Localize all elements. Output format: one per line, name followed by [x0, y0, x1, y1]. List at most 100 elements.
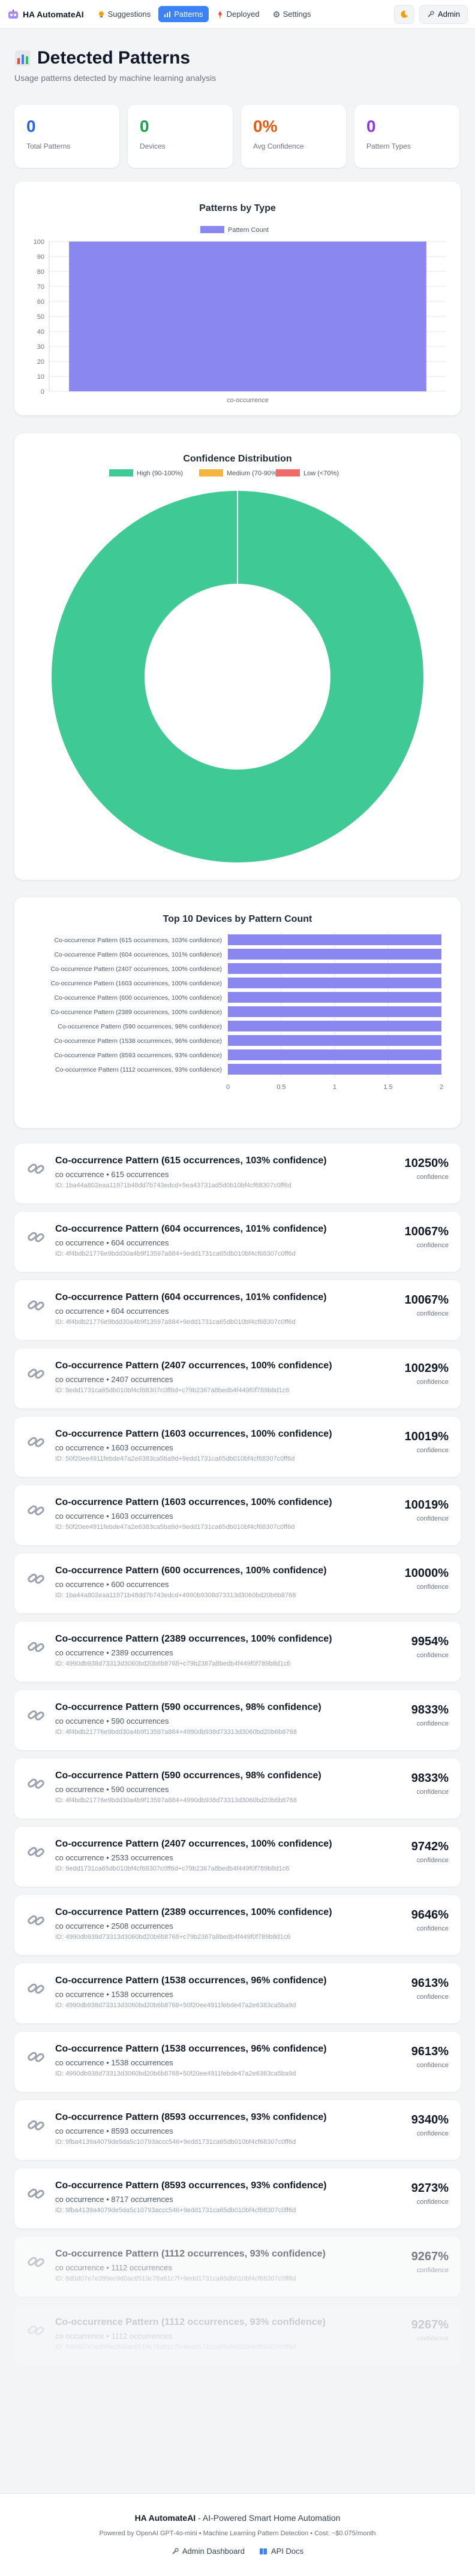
pattern-id: ID: 4f4bdb21776e9bdd30a4b9f13597a884+499… — [55, 1729, 297, 1736]
link-icon — [28, 1300, 44, 1311]
footer-brand: HA AutomateAI — [134, 2513, 196, 2523]
confidence-distribution-card: Confidence Distribution High (90-100%) Me… — [14, 433, 461, 880]
pattern-confidence-value: 9273% — [411, 2182, 449, 2195]
pattern-card[interactable]: Co-occurrence Pattern (1112 occurrences,… — [14, 2237, 461, 2297]
pattern-confidence-value: 9646% — [411, 1908, 449, 1922]
pattern-card[interactable]: Co-occurrence Pattern (2407 occurrences,… — [14, 1827, 461, 1887]
pattern-confidence-value: 10000% — [404, 1567, 449, 1580]
pattern-id: ID: 8d0d07e7e399ec9d0ac6519c78a61c7f+9ed… — [55, 2275, 296, 2282]
y-tick-label: 80 — [37, 269, 44, 276]
x-tick-label: co-occurrence — [227, 397, 269, 404]
pattern-confidence-label: confidence — [416, 1993, 449, 2001]
bar — [228, 1006, 441, 1017]
pattern-title: Co-occurrence Pattern (1538 occurrences,… — [55, 2044, 327, 2054]
stat-value: 0 — [366, 117, 376, 135]
theme-toggle-button[interactable] — [394, 4, 415, 24]
pattern-title: Co-occurrence Pattern (1112 occurrences,… — [55, 2249, 326, 2259]
link-icon — [28, 1847, 44, 1857]
link-icon — [28, 1642, 44, 1652]
pattern-confidence-label: confidence — [416, 1720, 449, 1727]
pattern-confidence-label: confidence — [416, 1652, 449, 1659]
pattern-card[interactable]: Co-occurrence Pattern (604 occurrences, … — [14, 1212, 461, 1272]
x-tick-label: 1.5 — [383, 1084, 392, 1091]
pattern-card[interactable]: Co-occurrence Pattern (590 occurrences, … — [14, 1758, 461, 1818]
pattern-card[interactable]: Co-occurrence Pattern (600 occurrences, … — [14, 1554, 461, 1613]
nav-suggestions[interactable]: Suggestions — [92, 6, 157, 22]
pattern-confidence-value: 9742% — [411, 1840, 449, 1853]
pattern-description: co occurrence • 2533 occurrences — [55, 1853, 173, 1862]
nav-patterns-label: Patterns — [174, 10, 203, 19]
pattern-confidence-value: 10019% — [404, 1498, 449, 1512]
bar — [228, 1035, 441, 1046]
pattern-card[interactable]: Co-occurrence Pattern (8593 occurrences,… — [14, 2168, 461, 2228]
pattern-card[interactable]: Co-occurrence Pattern (2389 occurrences,… — [14, 1895, 461, 1955]
pattern-card[interactable]: Co-occurrence Pattern (2389 occurrences,… — [14, 1622, 461, 1682]
page-subtitle: Usage patterns detected by machine learn… — [14, 73, 217, 83]
footer-admin-dashboard-link[interactable]: Admin Dashboard — [172, 2547, 245, 2556]
chart-icon — [164, 11, 171, 17]
pattern-title: Co-occurrence Pattern (604 occurrences, … — [55, 1292, 327, 1302]
admin-button[interactable]: Admin — [419, 4, 468, 24]
link-icon — [28, 2052, 44, 2062]
pattern-id: ID: 4f4bdb21776e9bdd30a4b9f13597a884+499… — [55, 1797, 297, 1804]
pattern-card[interactable]: Co-occurrence Pattern (1603 occurrences,… — [14, 1417, 461, 1477]
footer-line-2: Powered by OpenAI GPT-4o-mini • Machine … — [99, 2530, 376, 2537]
pattern-card[interactable]: Co-occurrence Pattern (590 occurrences, … — [14, 1690, 461, 1750]
footer-tagline: - AI-Powered Smart Home Automation — [196, 2513, 341, 2523]
pattern-card[interactable]: Co-occurrence Pattern (1603 occurrences,… — [14, 1485, 461, 1545]
x-tick-label: 2 — [440, 1084, 443, 1091]
link-icon — [28, 1710, 44, 1721]
gear-icon — [273, 11, 279, 17]
y-tick-label: 100 — [34, 239, 44, 246]
x-tick-label: 0.5 — [276, 1084, 285, 1091]
nav-patterns[interactable]: Patterns — [158, 6, 209, 22]
stat-label: Devices — [140, 142, 166, 150]
nav-deployed-label: Deployed — [226, 10, 260, 19]
pattern-id: ID: 1ba44a802eaa11971b48dd7b743edcd+9ea4… — [55, 1182, 291, 1189]
pattern-card[interactable]: Co-occurrence Pattern (1538 occurrences,… — [14, 2032, 461, 2092]
pattern-description: co occurrence • 1603 occurrences — [55, 1443, 173, 1452]
link-icon — [28, 1505, 44, 1516]
footer-link-label: Admin Dashboard — [182, 2547, 245, 2556]
brand[interactable]: HA AutomateAI — [7, 9, 84, 19]
bar — [228, 949, 441, 960]
pattern-id: ID: 4f4bdb21776e9bdd30a4b9f13597a884+9ed… — [55, 1319, 296, 1326]
pattern-description: co occurrence • 604 occurrences — [55, 1238, 169, 1247]
y-tick-label: Co-occurrence Pattern (2407 occurrences,… — [51, 966, 222, 973]
link-icon — [28, 2325, 44, 2336]
patterns-by-type-card: Patterns by Type Pattern Count 0 10 20 30 40 5… — [14, 182, 461, 415]
pattern-description: co occurrence • 590 occurrences — [55, 1717, 169, 1726]
link-icon — [28, 1778, 44, 1789]
x-tick-label: 1 — [333, 1084, 336, 1091]
pattern-card[interactable]: Co-occurrence Pattern (1112 occurrences,… — [14, 2305, 461, 2365]
bar — [228, 1049, 441, 1060]
pattern-card[interactable]: Co-occurrence Pattern (8593 occurrences,… — [14, 2100, 461, 2160]
pattern-card[interactable]: Co-occurrence Pattern (2407 occurrences,… — [14, 1349, 461, 1408]
pattern-description: co occurrence • 8593 occurrences — [55, 2126, 173, 2135]
nav-deployed[interactable]: Deployed — [211, 6, 265, 22]
pattern-title: Co-occurrence Pattern (2407 occurrences,… — [55, 1839, 332, 1849]
stat-label: Pattern Types — [366, 142, 411, 150]
y-tick-label: 10 — [37, 373, 44, 381]
pattern-confidence-label: confidence — [416, 1925, 449, 1932]
pattern-title: Co-occurrence Pattern (2389 occurrences,… — [55, 1634, 332, 1644]
footer-api-docs-link[interactable]: API Docs — [259, 2547, 303, 2556]
pattern-confidence-value: 9613% — [411, 1977, 449, 1990]
pattern-title: Co-occurrence Pattern (604 occurrences, … — [55, 1224, 327, 1234]
pattern-card[interactable]: Co-occurrence Pattern (615 occurrences, … — [14, 1144, 461, 1203]
admin-label: Admin — [438, 10, 460, 19]
bar — [228, 978, 441, 988]
brand-name: HA AutomateAI — [23, 9, 84, 19]
pattern-id: ID: 4990db938d73313d3060bd20b6b8768+50f2… — [55, 2002, 296, 2009]
pattern-card[interactable]: Co-occurrence Pattern (604 occurrences, … — [14, 1280, 461, 1340]
pattern-description: co occurrence • 1603 occurrences — [55, 1512, 173, 1521]
top-nav: HA AutomateAI Suggestions Patterns Deplo… — [0, 0, 475, 29]
legend-swatch — [200, 226, 224, 233]
pattern-id: ID: 9edd1731ca65db010bf4cf68307c0ff6d+c7… — [55, 1865, 290, 1872]
nav-settings[interactable]: Settings — [267, 6, 317, 22]
robot-logo-icon — [8, 9, 18, 19]
pattern-card[interactable]: Co-occurrence Pattern (1538 occurrences,… — [14, 1963, 461, 2023]
wrench-icon — [172, 2547, 179, 2554]
pattern-id: ID: 4990db938d73313d3060bd20b6b8768+c79b… — [55, 1660, 291, 1667]
footer: HA AutomateAI - AI-Powered Smart Home Au… — [0, 2493, 475, 2576]
